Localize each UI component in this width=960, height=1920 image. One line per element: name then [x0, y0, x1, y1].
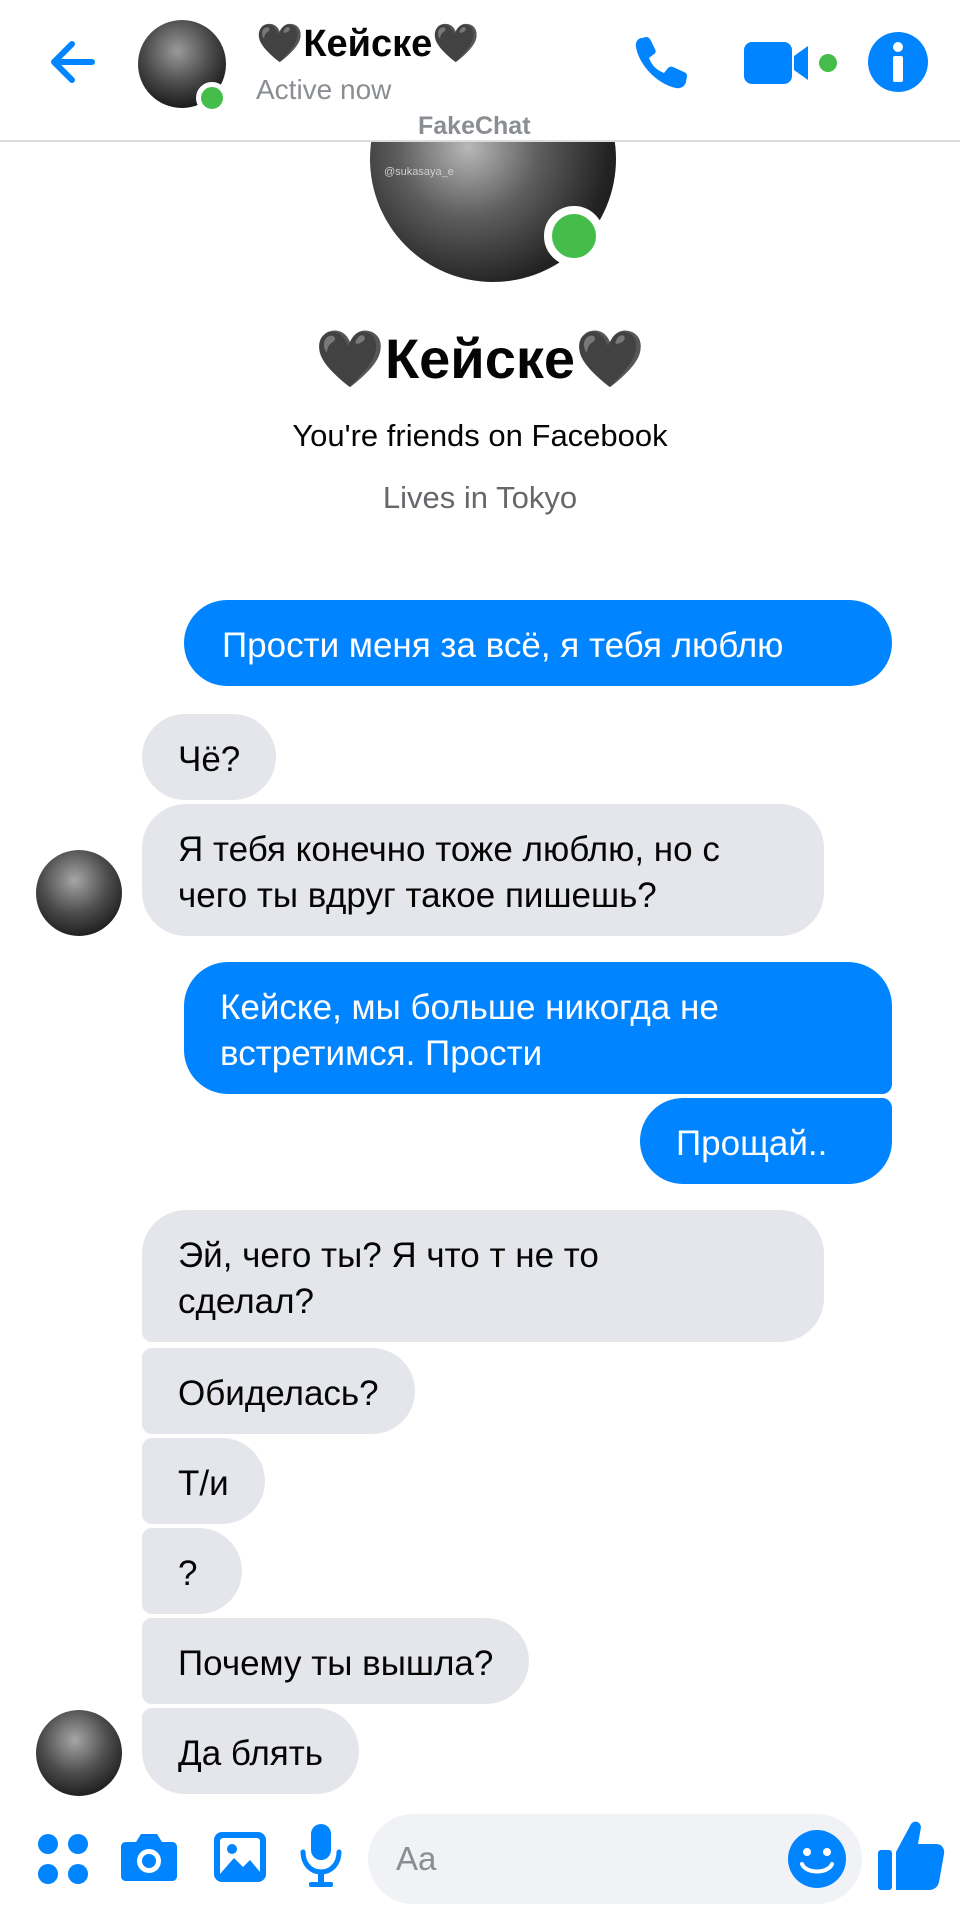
message-bubble-incoming[interactable]: Обиделась? — [142, 1348, 415, 1434]
friends-status: You're friends on Facebook — [292, 418, 668, 453]
info-icon[interactable] — [866, 30, 930, 94]
message-avatar[interactable] — [36, 850, 122, 936]
message-bubble-incoming[interactable]: Почему ты вышла? — [142, 1618, 530, 1704]
watermark: FakeChat — [418, 112, 531, 140]
phone-icon[interactable] — [628, 30, 694, 96]
message-input-container — [368, 1814, 862, 1904]
message-avatar[interactable] — [36, 1710, 122, 1796]
emoji-icon[interactable] — [786, 1828, 848, 1890]
message-bubble-incoming[interactable]: Эй, чего ты? Я что т не то сделал? — [142, 1210, 824, 1342]
message-bubble-incoming[interactable]: ? — [142, 1528, 242, 1614]
profile-online-indicator — [544, 206, 604, 266]
message-bubble-incoming[interactable]: Т/и — [142, 1438, 265, 1524]
back-arrow-icon[interactable] — [42, 30, 106, 94]
message-bubble-outgoing[interactable]: Кейске, мы больше никогда не встретимся.… — [184, 962, 892, 1094]
online-indicator — [196, 82, 228, 114]
thumbs-up-icon[interactable] — [876, 1818, 946, 1892]
profile-name: 🖤Кейске🖤 — [315, 327, 645, 390]
video-camera-icon[interactable] — [744, 36, 840, 90]
message-input[interactable] — [396, 1814, 776, 1904]
avatar-credit: @sukasaya_e — [384, 166, 454, 178]
microphone-icon[interactable] — [298, 1822, 344, 1890]
message-bubble-outgoing[interactable]: Прости меня за всё, я тебя люблю — [184, 600, 892, 686]
camera-icon[interactable] — [120, 1830, 178, 1884]
active-status: Active now — [256, 74, 392, 105]
message-bubble-outgoing[interactable]: Прощай.. — [640, 1098, 892, 1184]
lives-in: Lives in Tokyo — [382, 480, 578, 515]
contact-name[interactable]: 🖤Кейске🖤 — [256, 22, 480, 66]
message-bubble-incoming[interactable]: Я тебя конечно тоже люблю, но с чего ты … — [142, 804, 824, 936]
apps-icon[interactable] — [36, 1832, 90, 1886]
chat-header: 🖤Кейске🖤 Active now FakeChat — [0, 0, 960, 142]
message-bubble-incoming[interactable]: Да блять — [142, 1708, 360, 1794]
message-bubble-incoming[interactable]: Чё? — [142, 714, 277, 800]
gallery-icon[interactable] — [212, 1830, 268, 1884]
